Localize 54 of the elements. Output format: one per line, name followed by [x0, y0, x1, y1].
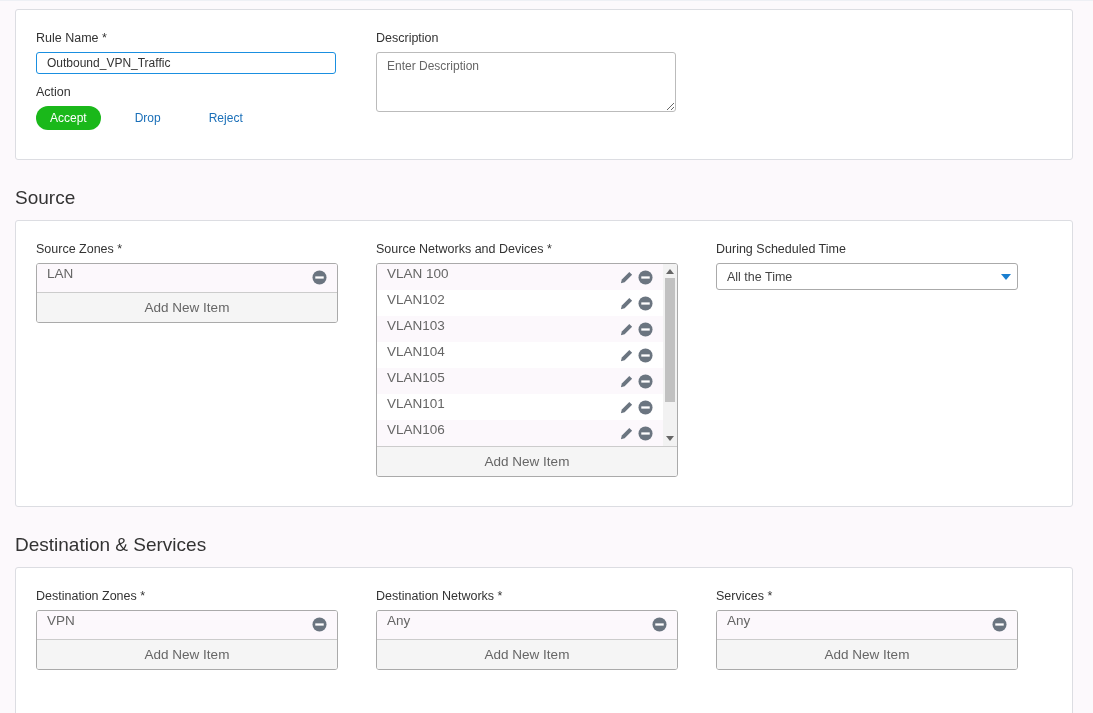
remove-icon[interactable]	[992, 617, 1007, 632]
list-item[interactable]: VLAN105	[387, 368, 445, 385]
field-label: Description	[376, 30, 439, 46]
field-label: Destination Zones *	[36, 588, 146, 604]
list-item[interactable]: VLAN103	[387, 316, 445, 333]
remove-icon[interactable]	[652, 617, 667, 632]
remove-icon[interactable]	[312, 270, 327, 285]
dropdown-caret-icon	[1001, 273, 1011, 280]
field-label: Source Networks and Devices *	[376, 241, 552, 257]
field-label: Destination Networks *	[376, 588, 503, 604]
rule-name-input[interactable]: Outbound_VPN_Traffic	[36, 52, 336, 74]
remove-icon[interactable]	[638, 426, 653, 441]
remove-icon[interactable]	[638, 400, 653, 415]
edit-icon[interactable]	[619, 348, 634, 363]
remove-icon[interactable]	[638, 348, 653, 363]
section-title: Source	[15, 186, 77, 210]
list-item[interactable]: VPN	[47, 611, 75, 628]
schedule-dropdown[interactable]: All the Time	[716, 263, 1018, 290]
list-item[interactable]: VLAN102	[387, 290, 445, 307]
edit-icon[interactable]	[619, 270, 634, 285]
edit-icon[interactable]	[619, 400, 634, 415]
list-item[interactable]: VLAN 100	[387, 264, 449, 281]
edit-icon[interactable]	[619, 296, 634, 311]
action-toggle[interactable]: Drop	[120, 106, 175, 130]
list-item[interactable]: VLAN106	[387, 420, 445, 437]
field-label: Action	[36, 84, 71, 100]
field-label: Source Zones *	[36, 241, 123, 257]
list-item[interactable]: Any	[727, 611, 751, 628]
scroll-down-icon[interactable]	[666, 436, 674, 442]
scroll-up-icon[interactable]	[666, 268, 674, 274]
field-label: During Scheduled Time	[716, 241, 846, 257]
field-label: Services *	[716, 588, 773, 604]
list-item[interactable]: LAN	[47, 264, 74, 281]
remove-icon[interactable]	[638, 374, 653, 389]
add-item-button[interactable]: Add New Item	[37, 639, 337, 669]
edit-icon[interactable]	[619, 426, 634, 441]
remove-icon[interactable]	[638, 270, 653, 285]
list-item[interactable]: VLAN101	[387, 394, 445, 411]
list-item[interactable]: VLAN104	[387, 342, 445, 359]
add-item-button[interactable]: Add New Item	[717, 639, 1017, 669]
action-toggle[interactable]: Reject	[194, 106, 257, 130]
list-item[interactable]: Any	[387, 611, 411, 628]
remove-icon[interactable]	[312, 617, 327, 632]
section-title: Destination & Services	[15, 533, 208, 557]
add-item-button[interactable]: Add New Item	[377, 639, 677, 669]
description-input[interactable]: Enter Description	[376, 52, 676, 112]
add-item-button[interactable]: Add New Item	[37, 292, 337, 322]
edit-icon[interactable]	[619, 374, 634, 389]
add-item-button[interactable]: Add New Item	[377, 446, 677, 476]
field-label: Rule Name *	[36, 30, 107, 46]
scrollbar[interactable]	[663, 264, 677, 446]
remove-icon[interactable]	[638, 322, 653, 337]
remove-icon[interactable]	[638, 296, 653, 311]
edit-icon[interactable]	[619, 322, 634, 337]
